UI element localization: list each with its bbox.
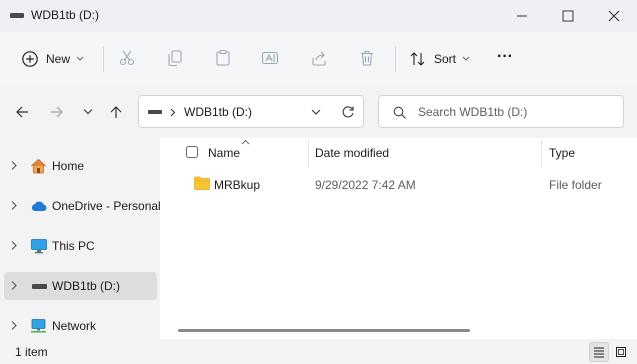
chevron-down-icon — [83, 109, 93, 115]
share-button[interactable] — [309, 48, 329, 68]
close-button[interactable] — [591, 0, 637, 32]
drive-icon — [10, 13, 24, 18]
rename-button[interactable] — [260, 48, 280, 68]
network-icon — [31, 319, 46, 333]
more-icon: ··· — [497, 48, 513, 65]
cut-button[interactable] — [117, 48, 137, 68]
new-button[interactable]: New — [12, 46, 96, 72]
status-bar — [0, 339, 637, 364]
maximize-icon — [562, 10, 574, 22]
chevron-down-icon[interactable] — [311, 109, 321, 116]
column-header-date-modified[interactable]: Date modified — [315, 146, 389, 160]
copy-button[interactable] — [165, 48, 185, 68]
sidebar-item-label: This PC — [52, 239, 95, 253]
details-view-button[interactable] — [589, 342, 609, 362]
file-date-modified: 9/29/2022 7:42 AM — [315, 178, 416, 192]
paste-icon — [216, 49, 230, 66]
sidebar-item-wdb1tb[interactable]: WDB1tb (D:) — [4, 272, 157, 300]
minimize-button[interactable] — [499, 0, 545, 32]
sidebar-item-label: Home — [52, 159, 85, 173]
cloud-icon — [31, 201, 47, 211]
sidebar-item-onedrive[interactable]: OneDrive - Personal — [4, 192, 161, 220]
toolbar-separator — [395, 46, 396, 72]
chevron-right-icon — [170, 108, 176, 117]
window-title: WDB1tb (D:) — [31, 8, 100, 22]
monitor-icon — [31, 239, 47, 254]
file-type: File folder — [549, 178, 602, 192]
chevron-down-icon — [76, 56, 84, 61]
back-button[interactable] — [10, 100, 34, 124]
minimize-icon — [517, 15, 527, 17]
search-box[interactable]: Search WDB1tb (D:) — [378, 95, 624, 128]
plus-circle-icon — [22, 51, 38, 67]
sidebar-item-label: WDB1tb (D:) — [52, 279, 121, 293]
delete-button[interactable] — [357, 48, 377, 68]
tiles-view-button[interactable] — [611, 342, 631, 362]
paste-button[interactable] — [213, 48, 233, 68]
sidebar-item-network[interactable]: Network — [4, 312, 157, 340]
sidebar-item-label: OneDrive - Personal — [52, 199, 161, 213]
chevron-right-icon[interactable] — [10, 320, 18, 331]
chevron-down-icon — [462, 56, 470, 61]
home-icon — [31, 158, 46, 174]
recent-locations-button[interactable] — [76, 100, 100, 124]
chevron-right-icon[interactable] — [10, 160, 18, 171]
chevron-right-icon[interactable] — [10, 240, 18, 251]
select-all-checkbox[interactable] — [186, 146, 198, 158]
sort-button[interactable]: Sort — [404, 46, 476, 72]
toolbar-separator — [103, 46, 104, 72]
cut-icon — [119, 50, 135, 66]
sidebar-item-home[interactable]: Home — [4, 152, 157, 180]
rename-icon — [261, 51, 279, 65]
share-icon — [312, 51, 326, 66]
sort-ascending-icon — [241, 139, 250, 145]
forward-button[interactable] — [45, 100, 69, 124]
drive-icon — [32, 284, 47, 289]
sort-icon — [410, 52, 425, 66]
address-bar[interactable]: WDB1tb (D:) — [138, 95, 364, 128]
sidebar-item-this-pc[interactable]: This PC — [4, 232, 157, 260]
chevron-right-icon[interactable] — [10, 280, 18, 291]
sort-label: Sort — [434, 52, 457, 66]
table-row[interactable]: MRBkup 9/29/2022 7:42 AM File folder — [180, 170, 637, 198]
new-label: New — [46, 52, 71, 66]
arrow-right-icon — [51, 106, 63, 118]
search-icon — [393, 106, 406, 119]
copy-icon — [168, 50, 182, 67]
address-path[interactable]: WDB1tb (D:) — [184, 105, 252, 119]
column-header-type[interactable]: Type — [549, 146, 575, 160]
list-view-icon — [594, 347, 604, 358]
delete-icon — [361, 50, 373, 66]
item-count: 1 item — [15, 345, 48, 359]
close-icon — [608, 10, 620, 22]
drive-icon — [148, 110, 162, 114]
file-name: MRBkup — [214, 178, 261, 192]
sidebar-item-label: Network — [52, 319, 97, 333]
maximize-button[interactable] — [545, 0, 591, 32]
up-button[interactable] — [104, 100, 128, 124]
search-placeholder: Search WDB1tb (D:) — [418, 105, 528, 119]
arrow-left-icon — [16, 106, 28, 118]
more-options-button[interactable]: ··· — [492, 46, 520, 72]
arrow-up-icon — [110, 106, 122, 118]
chevron-right-icon[interactable] — [10, 200, 18, 211]
column-divider[interactable] — [308, 140, 309, 168]
tiles-view-icon — [616, 347, 626, 357]
horizontal-scrollbar[interactable] — [178, 329, 470, 332]
column-divider[interactable] — [541, 140, 542, 168]
folder-icon — [194, 176, 210, 190]
column-header-name[interactable]: Name — [208, 146, 240, 160]
refresh-icon[interactable] — [341, 105, 355, 119]
file-list — [160, 138, 637, 339]
